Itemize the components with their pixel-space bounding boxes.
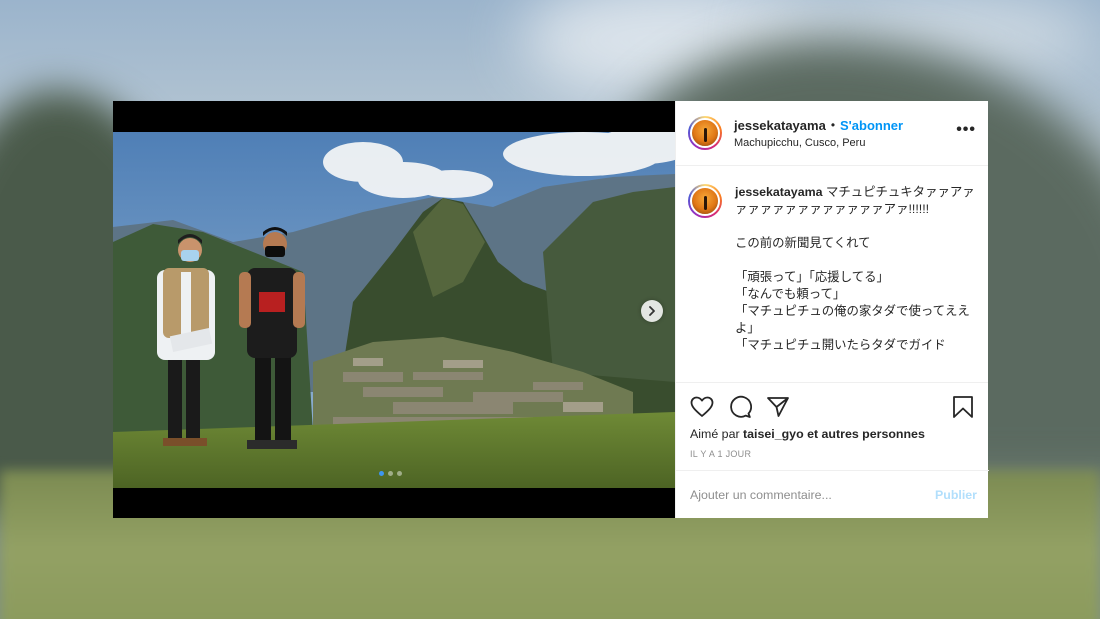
likes-user-link[interactable]: taisei_gyo <box>743 427 804 441</box>
caption-avatar[interactable] <box>688 184 722 218</box>
location-link[interactable]: Machupicchu, Cusco, Peru <box>734 137 956 149</box>
carousel-dot <box>388 471 393 476</box>
username-link[interactable]: jessekatayama <box>734 118 826 133</box>
header-line: jessekatayama • S'abonner <box>734 118 956 133</box>
like-button[interactable] <box>690 396 714 418</box>
post-side-panel: jessekatayama • S'abonner Machupicchu, C… <box>675 101 989 518</box>
caption-text: jessekatayama マチュピチュキタァァアァァァァァァァァァァァァァアァ… <box>735 184 975 382</box>
comment-input[interactable] <box>690 487 935 502</box>
post-timestamp[interactable]: IL Y A 1 JOUR <box>690 449 974 459</box>
likes-prefix: Aimé par <box>690 427 744 441</box>
publish-button[interactable]: Publier <box>935 488 977 502</box>
machu-picchu-photo <box>113 132 675 488</box>
caption-area[interactable]: jessekatayama マチュピチュキタァァアァァァァァァァァァァァァァアァ… <box>676 166 988 382</box>
post-media <box>113 101 675 518</box>
carousel-indicator <box>379 471 402 476</box>
bookmark-icon <box>953 396 973 418</box>
action-icons-row <box>690 393 974 421</box>
header-text: jessekatayama • S'abonner Machupicchu, C… <box>734 118 956 149</box>
comment-row: Publier <box>676 470 989 518</box>
post-photo <box>113 132 675 488</box>
post-actions: Aimé par taisei_gyo et autres personnes … <box>676 382 988 470</box>
caption-body: マチュピチュキタァァアァァァァァァァァァァァァァアァ!!!!!! この前の新聞見… <box>735 185 975 352</box>
chevron-right-icon <box>649 306 655 316</box>
comment-icon <box>730 395 752 418</box>
carousel-dot <box>397 471 402 476</box>
more-options-button[interactable]: ••• <box>956 121 976 145</box>
heart-icon <box>690 396 714 417</box>
carousel-next-button[interactable] <box>641 300 663 322</box>
follow-button[interactable]: S'abonner <box>840 118 903 133</box>
comment-button[interactable] <box>728 395 752 419</box>
carousel-dot-active <box>379 471 384 476</box>
separator-dot: • <box>830 118 836 132</box>
instagram-post-embed: jessekatayama • S'abonner Machupicchu, C… <box>113 101 989 518</box>
likes-suffix[interactable]: et autres personnes <box>804 427 925 441</box>
paper-plane-icon <box>767 397 789 417</box>
share-button[interactable] <box>766 395 790 419</box>
profile-avatar[interactable] <box>688 116 722 150</box>
save-button[interactable] <box>952 395 974 419</box>
post-header: jessekatayama • S'abonner Machupicchu, C… <box>676 101 988 166</box>
likes-summary[interactable]: Aimé par taisei_gyo et autres personnes <box>690 427 974 441</box>
caption-username[interactable]: jessekatayama <box>735 185 823 199</box>
